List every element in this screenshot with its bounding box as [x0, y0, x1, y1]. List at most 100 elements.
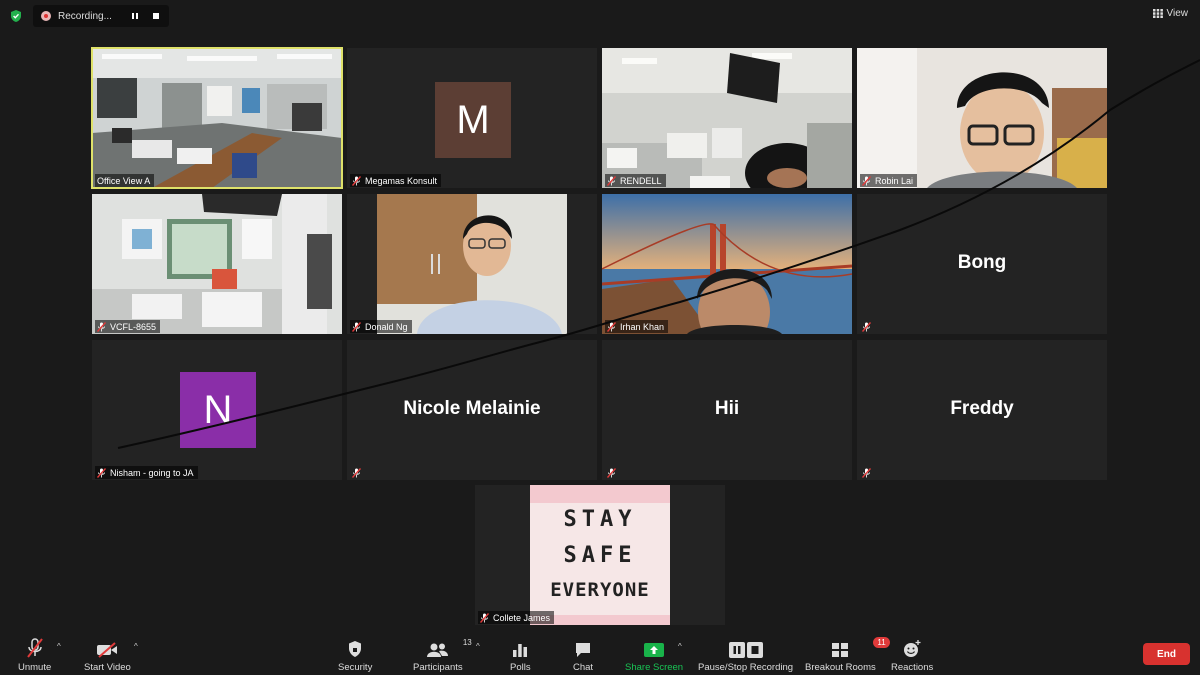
office-camera-feed	[92, 48, 342, 188]
participant-name-tag: Nisham - going to JA	[95, 466, 198, 479]
webcam-feed	[857, 48, 1107, 188]
avatar-initial: M	[456, 97, 490, 142]
participant-name: VCFL-8655	[110, 321, 157, 332]
participant-display-name: Bong	[957, 252, 1007, 273]
muted-mic-icon	[352, 175, 361, 186]
participant-name-tag: Robin Lai	[860, 174, 918, 187]
stay-safe-lightbox: STAY SAFE EVERYONE	[530, 485, 670, 625]
participant-name: Megamas Konsult	[365, 175, 438, 186]
video-tile-nicole-melainie[interactable]: Nicole Melainie	[347, 340, 597, 480]
video-tile-robin-lai[interactable]: Robin Lai	[857, 48, 1107, 188]
recording-label: Recording...	[58, 10, 112, 22]
participants-count: 13	[462, 638, 472, 647]
participant-name: Irhan Khan	[620, 321, 665, 332]
stop-icon	[153, 13, 159, 19]
avatar-initial: N	[203, 387, 233, 432]
participants-button[interactable]: 13 Participants	[413, 638, 472, 673]
participant-name-tag: Irhan Khan	[605, 320, 669, 333]
breakout-rooms-label: Breakout Rooms	[805, 662, 876, 673]
security-label: Security	[338, 662, 373, 673]
breakout-rooms-button[interactable]: 11 Breakout Rooms	[805, 637, 890, 673]
video-tile-rendell[interactable]: RENDELL	[602, 48, 852, 188]
end-label: End	[1157, 648, 1176, 660]
pause-recording-button[interactable]	[127, 8, 143, 24]
pause-stop-recording-label: Pause/Stop Recording	[698, 662, 794, 673]
recording-dot-icon	[41, 11, 51, 21]
participant-name: Office View A	[97, 175, 151, 186]
participant-name-tag: Collete James	[478, 611, 555, 624]
office-camera-feed	[92, 194, 342, 334]
golden-gate-background	[602, 194, 852, 334]
webcam-feed	[347, 194, 597, 334]
muted-mic-icon	[607, 175, 616, 186]
participant-name: Collete James	[493, 612, 551, 623]
avatar: M	[435, 82, 511, 158]
participant-name: Robin Lai	[875, 175, 914, 186]
video-tile-nisham[interactable]: N Nisham - going to JA	[92, 340, 342, 480]
meeting-toolbar: Unmute ^ Start Video ^ Security 13 Parti…	[0, 630, 1200, 675]
stop-recording-button[interactable]	[148, 8, 164, 24]
participants-icon	[426, 643, 448, 657]
share-screen-label: Share Screen	[625, 662, 684, 673]
muted-mic-icon	[352, 321, 361, 332]
chat-button[interactable]: Chat	[573, 638, 593, 673]
participant-name-tag: VCFL-8655	[95, 320, 161, 333]
unmute-label: Unmute	[18, 662, 52, 673]
polls-button[interactable]: Polls	[510, 638, 531, 673]
share-screen-button[interactable]: Share Screen	[625, 638, 683, 673]
unmute-button[interactable]: Unmute	[18, 638, 51, 673]
muted-mic-icon	[97, 467, 106, 478]
muted-mic-icon	[97, 321, 106, 332]
video-tile-irhan-khan[interactable]: Irhan Khan	[602, 194, 852, 334]
participant-name-tag	[350, 466, 365, 479]
participant-name: Nisham - going to JA	[110, 467, 194, 478]
security-shield-icon	[11, 10, 21, 22]
video-tile-office-view-a[interactable]: Office View A	[91, 47, 343, 189]
video-tile-vcfl-8655[interactable]: VCFL-8655	[92, 194, 342, 334]
video-tile-hii[interactable]: Hii	[602, 340, 852, 480]
chat-icon	[576, 643, 591, 657]
participant-name-tag: RENDELL	[605, 174, 666, 187]
share-options-caret-icon[interactable]: ^	[678, 642, 682, 651]
participant-name-tag	[860, 320, 875, 333]
muted-microphone-icon	[26, 638, 43, 658]
participant-display-name: Hii	[714, 398, 740, 419]
audio-options-caret-icon[interactable]: ^	[57, 642, 61, 651]
video-options-caret-icon[interactable]: ^	[134, 642, 138, 651]
participants-label: Participants	[413, 662, 463, 673]
participant-name: RENDELL	[620, 175, 662, 186]
participant-name-tag: Megamas Konsult	[350, 174, 442, 187]
shield-icon	[349, 641, 362, 657]
video-tile-collete-james[interactable]: STAY SAFE EVERYONE Collete James	[475, 485, 725, 625]
view-button[interactable]: View	[1152, 8, 1189, 19]
sign-line: SAFE	[563, 543, 637, 568]
participant-name-tag	[605, 466, 620, 479]
participant-name-tag: Donald Ng	[350, 320, 412, 333]
polls-label: Polls	[510, 662, 531, 673]
start-video-label: Start Video	[84, 662, 131, 673]
muted-mic-icon	[352, 467, 361, 478]
muted-mic-icon	[480, 612, 489, 623]
muted-mic-icon	[862, 321, 871, 332]
grid-view-icon	[1152, 9, 1163, 18]
video-tile-megamas-konsult[interactable]: M Megamas Konsult	[347, 48, 597, 188]
muted-mic-icon	[607, 321, 616, 332]
view-label: View	[1166, 8, 1189, 19]
reactions-button[interactable]: Reactions	[891, 638, 933, 673]
video-tile-donald-ng[interactable]: Donald Ng	[347, 194, 597, 334]
pause-stop-icons	[728, 642, 763, 658]
video-tile-bong[interactable]: Bong	[857, 194, 1107, 334]
end-meeting-button[interactable]: End	[1143, 643, 1190, 665]
participant-name-tag	[860, 466, 875, 479]
start-video-button[interactable]: Start Video	[84, 638, 131, 673]
participant-name: Donald Ng	[365, 321, 408, 332]
participants-options-caret-icon[interactable]: ^	[476, 642, 480, 651]
video-tile-freddy[interactable]: Freddy	[857, 340, 1107, 480]
reactions-label: Reactions	[891, 662, 934, 673]
security-button[interactable]: Security	[338, 638, 372, 673]
breakout-rooms-badge: 11	[873, 637, 890, 648]
breakout-rooms-icon	[832, 643, 849, 657]
recording-indicator: Recording...	[33, 5, 169, 27]
video-off-icon	[97, 642, 118, 658]
pause-stop-recording-button[interactable]: Pause/Stop Recording	[698, 638, 793, 673]
